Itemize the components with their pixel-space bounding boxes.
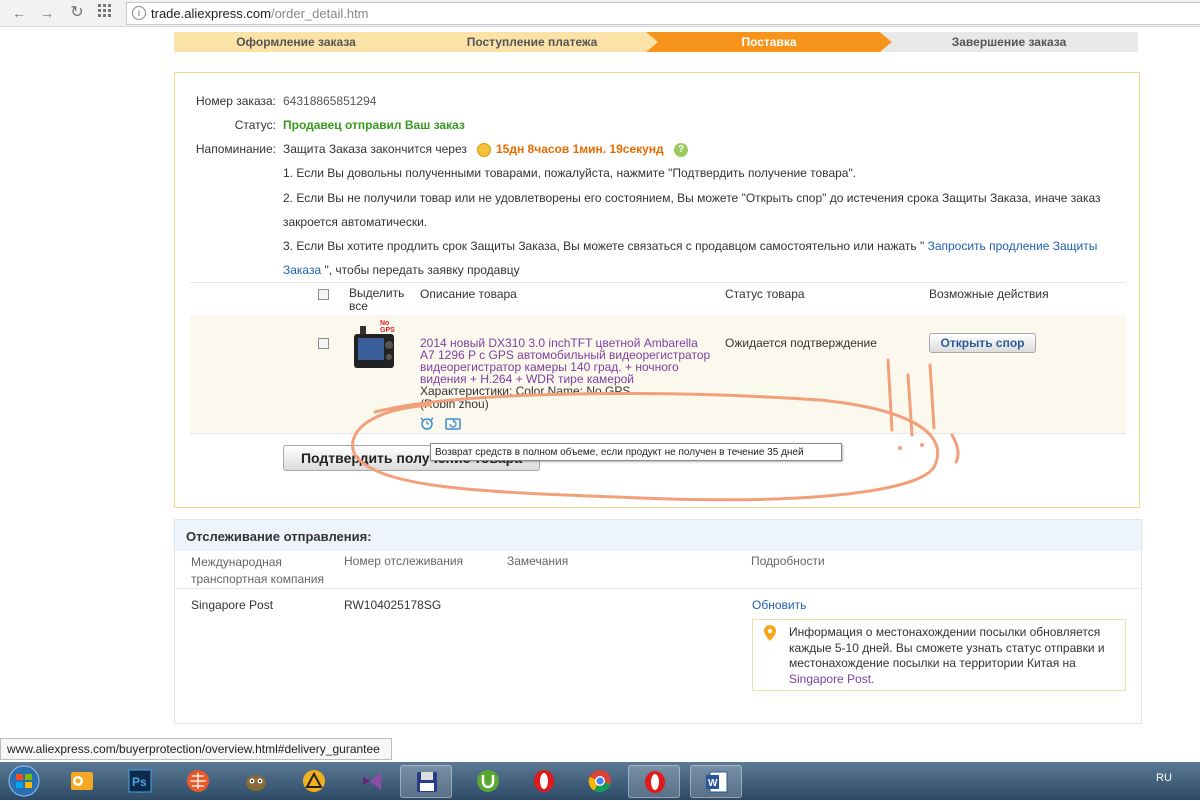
singapore-post-link[interactable]: Singapore Post. [789,672,1105,688]
reload-icon[interactable]: ↻ [68,4,86,22]
visual-studio-icon[interactable] [346,765,398,798]
tracking-divider [176,588,1140,589]
save-disk-icon[interactable] [400,765,452,798]
select-all-label: Выделить все [349,286,405,313]
address-bar[interactable]: i trade.aliexpress.com/order_detail.htm [126,2,1200,25]
order-number-label: Номер заказа: [195,94,276,108]
product-status: Ожидается подтверждение [725,336,877,350]
apps-grid-icon[interactable] [96,4,114,22]
help-icon[interactable]: ? [674,143,688,157]
archicad-icon[interactable] [288,765,340,798]
reminder-label: Напоминание: [195,142,276,156]
opera-active-icon[interactable] [628,765,680,798]
browser-grid-icon[interactable] [172,765,224,798]
opera-icon[interactable] [518,765,570,798]
select-all-checkbox[interactable] [318,289,329,300]
tracking-info-text: Информация о местонахождении посылки обн… [789,625,1105,688]
note-confirm: 1. Если Вы довольны полученными товарами… [283,166,857,180]
tracking-title: Отслеживание отправления: [186,529,372,544]
col-actions: Возможные действия [929,287,1049,301]
back-icon[interactable]: ← [10,4,28,22]
hand-drawn-annotation [351,358,960,502]
language-indicator[interactable]: RU [1156,772,1172,784]
page-info-icon[interactable]: i [132,6,146,20]
col-remarks: Замечания [507,554,569,568]
browser-toolbar: ← → ↻ i trade.aliexpress.com/order_detai… [0,0,1200,27]
col-status: Статус товара [725,287,805,301]
col-description: Описание товара [420,287,517,301]
note-dispute-line1: 2. Если Вы не получили товар или не удов… [283,191,1101,205]
col-carrier: Международная транспортная компания [191,555,324,586]
windows-start-icon[interactable] [2,764,46,798]
word-icon[interactable]: W [690,765,742,798]
location-pin-icon [764,625,776,641]
protection-countdown: 15дн 8часов 1мин. 19секунд [496,142,664,156]
chrome-icon[interactable] [574,765,626,798]
svg-text:Ps: Ps [132,775,147,789]
order-status: Продавец отправил Ваш заказ [283,118,465,132]
outlook-icon[interactable] [56,765,108,798]
extend-protection-link[interactable]: Запросить продление Защиты [928,239,1098,253]
product-checkbox[interactable] [318,338,329,349]
note-extend-line1: 3. Если Вы хотите продлить срок Защиты З… [283,239,1098,253]
extend-protection-link-cont[interactable]: Заказа [283,263,321,277]
gimp-icon[interactable] [230,765,282,798]
step-complete: Завершение заказа [880,32,1138,52]
note-dispute-line2: закроется автоматически. [283,215,428,229]
table-divider-top [190,282,1126,283]
no-gps-badge: No GPS [380,320,395,334]
step-delivery: Поставка [646,32,892,52]
forward-icon[interactable]: → [38,4,56,22]
browser-status-bar: www.aliexpress.com/buyerprotection/overv… [0,738,392,760]
address-url: trade.aliexpress.com/order_detail.htm [151,6,369,21]
order-number: 64318865851294 [283,94,377,108]
svg-text:W: W [708,778,718,789]
reminder-text: Защита Заказа закончится через [283,142,467,156]
col-details: Подробности [751,554,825,568]
col-tracking-number: Номер отслеживания [344,554,464,568]
note-extend-line2: Заказа ", чтобы передать заявку продавцу [283,263,520,277]
tracking-number: RW104025178SG [344,598,442,612]
refresh-link[interactable]: Обновить [752,598,806,612]
utorrent-icon[interactable] [462,765,514,798]
carrier-name: Singapore Post [191,598,274,612]
step-payment: Поступление платежа [406,32,658,52]
step-order-created: Оформление заказа [174,32,418,52]
order-status-label: Статус: [234,118,276,132]
photoshop-icon[interactable]: Ps [114,765,166,798]
windows-taskbar: Ps W RU [0,762,1200,800]
clock-icon [477,143,491,157]
